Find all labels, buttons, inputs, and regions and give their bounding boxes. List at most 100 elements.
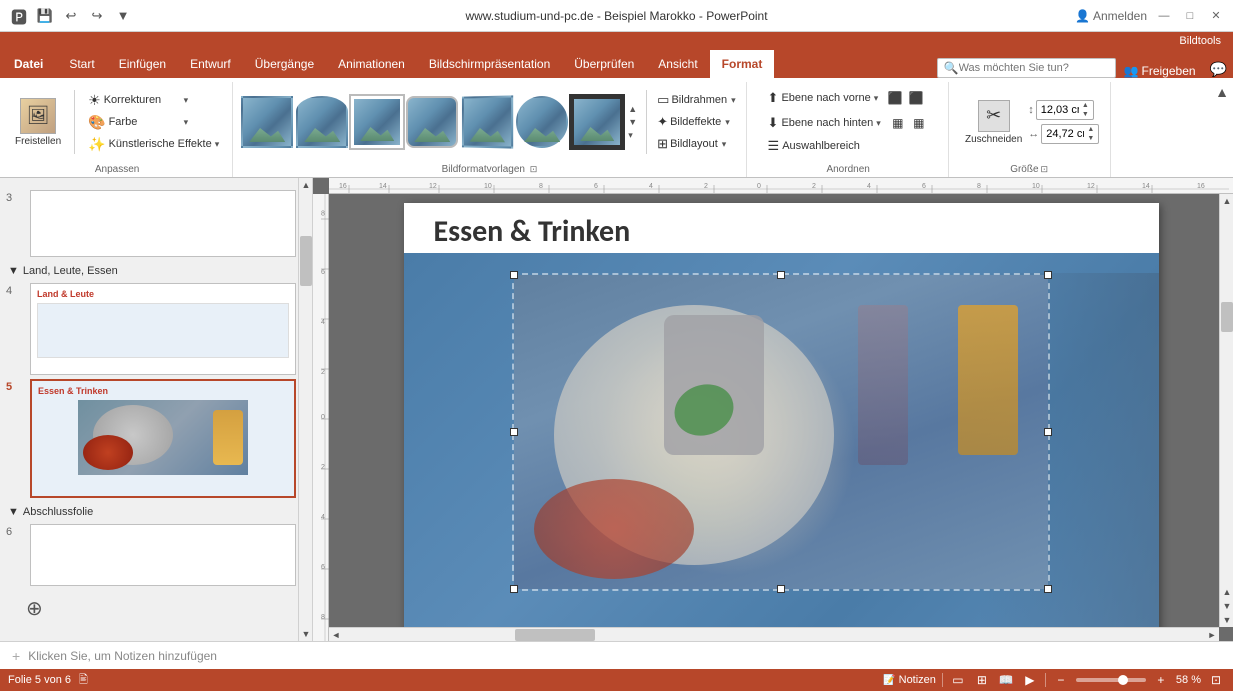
handle-tl[interactable] [510, 271, 518, 279]
zuschneiden-button[interactable]: ✂ Zuschneiden [961, 96, 1026, 149]
bildeffekte-button[interactable]: ✦ Bildeffekte ▾ [653, 112, 739, 132]
notizen-button[interactable]: 📝 Notizen [883, 674, 936, 686]
search-input[interactable] [959, 62, 1109, 74]
scroll-down-button[interactable]: ▼ [625, 116, 640, 128]
handle-bl[interactable] [510, 585, 518, 593]
ruler-v-svg: 8 6 4 2 0 2 4 6 8 [313, 194, 329, 641]
width-input[interactable] [1046, 128, 1084, 140]
freigeben-button[interactable]: 👥 Freigeben [1116, 64, 1204, 78]
minimize-button[interactable]: — [1155, 7, 1173, 25]
height-input[interactable] [1041, 104, 1079, 116]
reading-view-button[interactable]: 📖 [997, 671, 1015, 689]
fit-window-button[interactable]: ⊡ [1207, 671, 1225, 689]
tab-format[interactable]: Format [710, 50, 775, 78]
tab-animationen[interactable]: Animationen [326, 50, 417, 78]
svg-text:6: 6 [321, 269, 325, 276]
hscroll-thumb[interactable] [515, 629, 595, 641]
korrekturen-button[interactable]: ☀ Korrekturen ▾ [83, 90, 193, 111]
image-style-2[interactable] [296, 96, 348, 148]
handle-ml[interactable] [510, 428, 518, 436]
canvas-scroll-down2[interactable]: ▼ [1220, 599, 1233, 613]
slide-thumb-6[interactable] [30, 524, 296, 586]
handle-tm[interactable] [777, 271, 785, 279]
panel-scroll-up[interactable]: ▲ [299, 178, 313, 192]
comment-button[interactable]: 💬 [1204, 61, 1233, 78]
ebene-nach-hinten-button[interactable]: ⬇ Ebene nach hinten ▾ ▦ ▦ [763, 111, 934, 135]
canvas-scroll-bottom[interactable]: ▼ [1220, 613, 1233, 627]
section-land-leute: ▼ Land, Leute, Essen [0, 261, 312, 279]
tab-datei[interactable]: Datei [0, 50, 57, 78]
groesse-expand[interactable]: ⊡ [1039, 164, 1051, 175]
tab-uebergaenge[interactable]: Übergänge [243, 50, 326, 78]
tab-bildschirmpraesentation[interactable]: Bildschirmpräsentation [417, 50, 562, 78]
slideshow-button[interactable]: ▶ [1021, 671, 1039, 689]
tab-entwurf[interactable]: Entwurf [178, 50, 243, 78]
svg-text:2: 2 [321, 369, 325, 376]
canvas-scroll-up2[interactable]: ▲ [1220, 585, 1233, 599]
width-down-button[interactable]: ▼ [1087, 134, 1094, 143]
ribbon-collapse-button[interactable]: ▲ [1215, 84, 1229, 100]
slide-sorter-button[interactable]: ⊞ [973, 671, 991, 689]
tab-ueberpruefen[interactable]: Überprüfen [562, 50, 646, 78]
tab-start[interactable]: Start [57, 50, 106, 78]
slide-thumb-5[interactable]: Essen & Trinken [30, 379, 296, 498]
handle-tr[interactable] [1044, 271, 1052, 279]
canvas-scroll-up[interactable]: ▲ [1220, 194, 1233, 208]
farbe-button[interactable]: 🎨 Farbe ▾ [83, 112, 193, 133]
anordnen-icon-1b[interactable]: ⬛ [906, 88, 926, 108]
titlebar: 🅿 💾 ↩ ↪ ▼ www.studium-und-pc.de - Beispi… [0, 0, 1233, 32]
slide-num-5: 5 [6, 381, 12, 393]
zoom-thumb[interactable] [1118, 675, 1128, 685]
height-down-button[interactable]: ▼ [1082, 110, 1089, 119]
anmelden-button[interactable]: 👤Anmelden [1075, 9, 1147, 23]
handle-br[interactable] [1044, 585, 1052, 593]
hscroll-right[interactable]: ► [1205, 628, 1219, 642]
panel-scroll-down[interactable]: ▼ [299, 627, 313, 641]
scroll-up-button[interactable]: ▲ [625, 103, 640, 115]
notes-bar[interactable]: + Klicken Sie, um Notizen hinzufügen [0, 641, 1233, 669]
image-style-1[interactable] [241, 96, 293, 148]
canvas-scroll-thumb[interactable] [1221, 302, 1233, 332]
kuenstlerische-effekte-button[interactable]: ✨ Künstlerische Effekte ▾ [83, 134, 224, 155]
anordnen-icon-1a[interactable]: ⬛ [885, 88, 905, 108]
customize-qat-button[interactable]: ▼ [112, 5, 134, 27]
zoom-out-button[interactable]: − [1052, 671, 1070, 689]
slide-main[interactable]: Essen & Trinken [404, 203, 1159, 633]
tab-einfuegen[interactable]: Einfügen [107, 50, 178, 78]
handle-bm[interactable] [777, 585, 785, 593]
zoom-in-button[interactable]: + [1152, 671, 1170, 689]
slide-thumb-4[interactable]: Land & Leute [30, 283, 296, 375]
save-button[interactable]: 💾 [34, 5, 56, 27]
scroll-more-button[interactable]: ▾ [625, 129, 640, 142]
svg-text:8: 8 [539, 183, 543, 190]
selected-image-frame[interactable] [512, 273, 1050, 591]
close-button[interactable]: ✕ [1207, 7, 1225, 25]
anordnen-icon-2a[interactable]: ▦ [888, 113, 908, 133]
width-up-button[interactable]: ▲ [1087, 125, 1094, 134]
bildrahmen-button[interactable]: ▭ Bildrahmen ▾ [653, 90, 739, 110]
bildformatvorlagen-expand[interactable]: ⊡ [528, 164, 540, 174]
ribbon-group-anpassen: 🖼 Freistellen ☀ Korrekturen ▾ [4, 82, 233, 177]
auswahlbereich-button[interactable]: ☰ Auswahlbereich [763, 136, 865, 156]
image-style-5[interactable] [462, 95, 513, 148]
panel-scroll-thumb[interactable] [300, 236, 312, 286]
normal-view-button[interactable]: ▭ [949, 671, 967, 689]
redo-button[interactable]: ↪ [86, 5, 108, 27]
freistellen-button[interactable]: 🖼 Freistellen [10, 93, 66, 152]
anordnen-icon-2b[interactable]: ▦ [909, 113, 929, 133]
image-style-3[interactable] [351, 96, 403, 148]
ebene-nach-vorne-button[interactable]: ⬆ Ebene nach vorne ▾ ⬛ ⬛ [763, 86, 932, 110]
slide-thumb-3[interactable] [30, 190, 296, 257]
hscroll-left[interactable]: ◄ [329, 628, 343, 642]
bildlayout-button[interactable]: ⊞ Bildlayout ▾ [653, 134, 739, 154]
maximize-button[interactable]: □ [1181, 7, 1199, 25]
undo-button[interactable]: ↩ [60, 5, 82, 27]
tab-ansicht[interactable]: Ansicht [646, 50, 709, 78]
image-style-7[interactable] [571, 96, 623, 148]
handle-mr[interactable] [1044, 428, 1052, 436]
image-style-6[interactable] [516, 96, 568, 148]
window-title: www.studium-und-pc.de - Beispiel Marokko… [465, 9, 767, 23]
image-style-4[interactable] [406, 96, 458, 148]
add-slide-button[interactable]: ⊕ [26, 596, 43, 621]
height-up-button[interactable]: ▲ [1082, 101, 1089, 110]
